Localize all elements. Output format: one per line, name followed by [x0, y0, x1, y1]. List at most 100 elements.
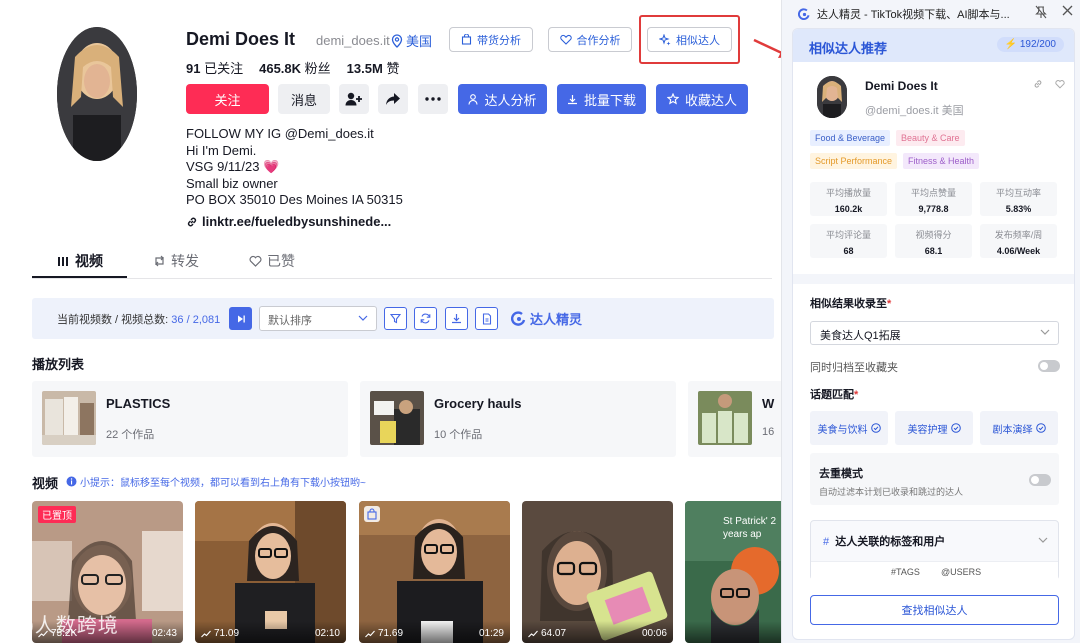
creator-analysis-button[interactable]: 达人分析 [458, 84, 547, 114]
extension-panel: 达人精灵 - TikTok视频下载、AI脚本与... 相似达人推荐 ⚡ 192/… [781, 0, 1080, 643]
batch-download-button[interactable]: 批量下载 [557, 84, 646, 114]
sort-select[interactable]: 默认排序 [259, 306, 377, 331]
brand-logo-icon [511, 310, 526, 326]
profile-stats: 91 已关注 465.8K 粉丝 13.5M 赞 [186, 58, 399, 77]
brand-logo: 达人精灵 [511, 309, 582, 328]
link-icon [187, 217, 197, 226]
video-duration: 02:43 [151, 628, 177, 639]
playlist-card[interactable]: PLASTICS 22 个作品 [32, 381, 348, 457]
category-tag: Beauty & Care [896, 130, 965, 146]
trend-icon [365, 630, 375, 637]
tab-reposts[interactable]: 转发 [153, 251, 199, 271]
bio-link[interactable]: linktr.ee/fueledbysunshinede... [186, 214, 391, 229]
related-tags-users[interactable]: # 达人关联的标签和用户 #TAGS @USERS [810, 520, 1059, 581]
heart-icon[interactable] [1055, 79, 1065, 89]
close-icon[interactable] [1062, 5, 1073, 16]
profile-bio: FOLLOW MY IG @Demi_does.it Hi I'm Demi. … [186, 126, 403, 209]
topic-chip[interactable]: 美容护理 [895, 411, 973, 445]
tab-videos-label: 视频 [75, 253, 103, 269]
batch-download-label: 批量下载 [583, 92, 636, 108]
check-circle-icon [870, 423, 881, 433]
archive-toggle[interactable] [1038, 360, 1060, 372]
playlists-heading: 播放列表 [32, 357, 85, 372]
collect-creator-button[interactable]: 收藏达人 [656, 84, 748, 114]
quota-badge: ⚡ 192/200 [996, 37, 1064, 52]
playlist-card[interactable]: W 16 [688, 381, 781, 457]
find-similar-button[interactable]: 查找相似达人 [810, 595, 1059, 625]
download-icon [567, 94, 577, 104]
user-icon [468, 93, 479, 105]
collect-select[interactable]: 美食达人Q1拓展 [810, 321, 1059, 345]
profile-name: Demi Does It [186, 29, 296, 49]
play-next-button[interactable] [229, 307, 252, 330]
add-friend-button[interactable] [339, 84, 369, 114]
dedup-toggle[interactable] [1029, 474, 1051, 486]
videos-tip: 小提示：鼠标移至每个视频，都可以看到右上角有下载小按钮哟~ [66, 474, 366, 489]
chevron-down-icon [358, 315, 368, 321]
active-tab-indicator [32, 276, 127, 278]
related-tabs: #TAGS @USERS [811, 561, 1058, 581]
location-pin-icon [391, 33, 403, 48]
chevron-down-icon [1038, 537, 1048, 543]
shopping-bag-icon [364, 506, 380, 522]
profile-tabs: 视频 转发 已赞 [32, 243, 772, 279]
related-tags-tab[interactable]: #TAGS [891, 567, 920, 577]
playlist-title: W [762, 396, 775, 411]
video-card[interactable]: 64.07 00:06 [522, 501, 673, 643]
bio-line: FOLLOW MY IG @Demi_does.it [186, 126, 374, 141]
download-button[interactable] [445, 307, 468, 330]
trend-icon [528, 630, 538, 637]
video-toolbar: 当前视频数 / 视频总数: 36 / 2,081 默认排序 达人精灵 [32, 298, 774, 339]
topic-chip[interactable]: 剧本演绎 [980, 411, 1058, 445]
link-icon[interactable] [1033, 79, 1043, 89]
more-button[interactable] [418, 84, 448, 114]
filter-button[interactable] [384, 307, 407, 330]
video-card[interactable]: 71.69 01:29 [359, 501, 510, 643]
following-stat[interactable]: 91 已关注 [186, 58, 243, 77]
creator-avatar [817, 76, 847, 118]
bio-link-text: linktr.ee/fueledbysunshinede... [202, 214, 392, 229]
share-button[interactable] [378, 84, 408, 114]
dedup-title: 去重模式 [819, 468, 863, 480]
follow-button[interactable]: 关注 [186, 84, 269, 114]
playlist-count: 10 个作品 [434, 429, 483, 441]
videos-tip-text: 小提示：鼠标移至每个视频，都可以看到右上角有下载小按钮哟~ [80, 478, 366, 489]
highlight-box [639, 15, 740, 64]
playlist-title: PLASTICS [106, 396, 171, 411]
sort-value: 默认排序 [268, 315, 312, 327]
goods-analysis-label: 带货分析 [477, 34, 521, 47]
tab-reposts-label: 转发 [171, 253, 199, 269]
metric-card: 平均点赞量 9,778.8 [895, 182, 972, 216]
goods-analysis-button[interactable]: 带货分析 [449, 27, 533, 52]
chevron-down-icon [1040, 329, 1050, 335]
bio-line: VSG 9/11/23 💗 [186, 159, 280, 174]
watermark: (C)人数跨境 [4, 615, 119, 637]
tab-liked[interactable]: 已赞 [249, 251, 295, 271]
playlist-thumbnail [42, 391, 96, 445]
bio-line: Small biz owner [186, 175, 278, 191]
grid-icon [58, 256, 68, 266]
video-card[interactable]: St Patrick' 2 years ap [685, 501, 781, 643]
export-button[interactable] [475, 307, 498, 330]
dedup-mode: 去重模式 自动过滤本计划已收录和跳过的达人 [810, 453, 1059, 505]
topic-chip[interactable]: 美食与饮料 [810, 411, 888, 445]
message-button[interactable]: 消息 [278, 84, 330, 114]
tab-videos[interactable]: 视频 [58, 251, 103, 271]
video-caption: St Patrick' 2 years ap [723, 516, 777, 540]
handshake-icon [559, 34, 572, 45]
video-card[interactable]: 71.09 02:10 [195, 501, 346, 643]
playlist-card[interactable]: Grocery hauls 10 个作品 [360, 381, 676, 457]
metric-card: 发布频率/周 4.06/Week [980, 224, 1057, 258]
tiktok-profile-page: Demi Does It demi_does.it 美国 带货分析 合作分析 相… [0, 0, 781, 643]
location-text: 美国 [406, 34, 433, 49]
panel-window-title: 达人精灵 - TikTok视频下载、AI脚本与... [798, 6, 1010, 22]
coop-analysis-button[interactable]: 合作分析 [548, 27, 632, 52]
panel-title: 相似达人推荐 [809, 41, 888, 56]
video-duration: 01:29 [478, 628, 504, 639]
skip-icon [237, 315, 245, 322]
metric-card: 平均播放量 160.2k [810, 182, 887, 216]
related-users-tab[interactable]: @USERS [941, 567, 981, 577]
unpin-icon[interactable] [1035, 5, 1047, 19]
followers-stat[interactable]: 465.8K 粉丝 [259, 58, 331, 77]
refresh-button[interactable] [414, 307, 437, 330]
